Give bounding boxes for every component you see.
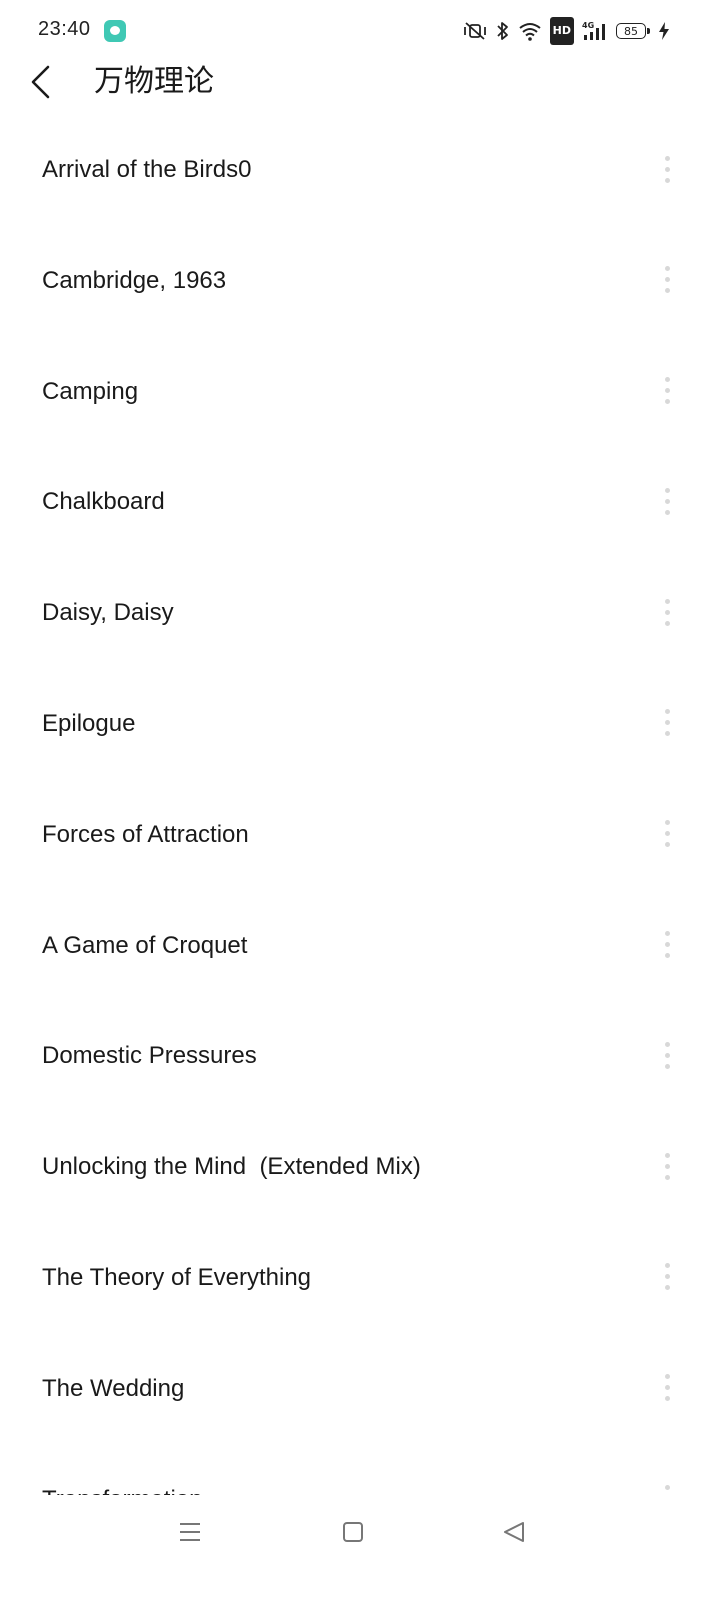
more-options-button[interactable]: [652, 925, 682, 965]
chat-bubble-icon: [104, 20, 126, 42]
hd-badge: HD: [549, 17, 574, 45]
vibrate-mute-icon: [462, 19, 488, 43]
track-title: Transformation: [42, 1483, 203, 1495]
more-options-button[interactable]: [652, 814, 682, 854]
page-title: 万物理论: [94, 64, 214, 99]
cellular-signal-icon: 4G: [582, 19, 608, 43]
more-options-button[interactable]: [652, 1257, 682, 1297]
track-title: Unlocking the Mind (Extended Mix): [42, 1153, 421, 1181]
vertical-dots-icon: [664, 1485, 670, 1491]
track-title: Chalkboard: [42, 488, 165, 516]
vertical-dots-icon: [664, 820, 670, 826]
status-bar: 23:40 HD 4G 85: [0, 0, 720, 60]
track-row[interactable]: Transformation: [0, 1445, 720, 1495]
track-row[interactable]: Daisy, Daisy: [0, 558, 720, 669]
chevron-left-icon: [31, 65, 50, 99]
track-row[interactable]: Cambridge, 1963: [0, 226, 720, 337]
vertical-dots-icon: [664, 1152, 670, 1158]
bluetooth-icon: [496, 19, 510, 43]
vertical-dots-icon: [664, 1374, 670, 1380]
nav-home-button[interactable]: [323, 1512, 383, 1552]
track-title: Cambridge, 1963: [42, 266, 227, 294]
back-button[interactable]: [22, 62, 58, 102]
battery-indicator: 85: [616, 23, 650, 39]
track-row[interactable]: The Wedding: [0, 1334, 720, 1445]
vertical-dots-icon: [664, 266, 670, 272]
track-title: Forces of Attraction: [42, 820, 249, 848]
more-options-button[interactable]: [652, 592, 682, 632]
vertical-dots-icon: [664, 1263, 670, 1269]
more-options-button[interactable]: [652, 1035, 682, 1075]
track-row[interactable]: Unlocking the Mind (Extended Mix): [0, 1112, 720, 1223]
track-row[interactable]: Arrival of the Birds0: [0, 115, 720, 226]
more-options-button[interactable]: [652, 1146, 682, 1186]
vertical-dots-icon: [664, 155, 670, 161]
track-row[interactable]: Domestic Pressures: [0, 1001, 720, 1112]
track-title: Camping: [42, 377, 139, 405]
track-title: The Wedding: [42, 1374, 185, 1402]
track-row[interactable]: The Theory of Everything: [0, 1223, 720, 1334]
track-title: Daisy, Daisy: [42, 599, 174, 627]
nav-menu-button[interactable]: [160, 1512, 220, 1552]
more-options-button[interactable]: [652, 1479, 682, 1495]
more-options-button[interactable]: [652, 703, 682, 743]
track-row[interactable]: Camping: [0, 337, 720, 448]
track-title: The Theory of Everything: [42, 1263, 312, 1291]
network-label: 4G: [582, 21, 594, 30]
track-row[interactable]: Forces of Attraction: [0, 780, 720, 891]
vertical-dots-icon: [664, 487, 670, 493]
triangle-back-icon: [504, 1522, 524, 1542]
more-options-button[interactable]: [652, 149, 682, 189]
square-icon: [343, 1522, 363, 1542]
wifi-icon: [518, 19, 542, 43]
vertical-dots-icon: [664, 1041, 670, 1047]
status-time: 23:40: [38, 18, 91, 40]
track-row[interactable]: Epilogue: [0, 669, 720, 780]
app-header: 万物理论: [0, 60, 720, 104]
more-options-button[interactable]: [652, 481, 682, 521]
system-nav-bar: [0, 1500, 720, 1600]
menu-icon: [180, 1523, 200, 1541]
vertical-dots-icon: [664, 931, 670, 937]
track-title: Epilogue: [42, 709, 136, 737]
track-title: A Game of Croquet: [42, 931, 248, 959]
nav-back-button[interactable]: [484, 1512, 544, 1552]
track-list[interactable]: Arrival of the Birds0 Cambridge, 1963 Ca…: [0, 115, 720, 1495]
more-options-button[interactable]: [652, 1368, 682, 1408]
vertical-dots-icon: [664, 598, 670, 604]
track-row[interactable]: Chalkboard: [0, 447, 720, 558]
more-options-button[interactable]: [652, 260, 682, 300]
track-row[interactable]: A Game of Croquet: [0, 891, 720, 1002]
vertical-dots-icon: [664, 709, 670, 715]
vertical-dots-icon: [664, 377, 670, 383]
track-title: Arrival of the Birds0: [42, 156, 252, 183]
more-options-button[interactable]: [652, 371, 682, 411]
track-title: Domestic Pressures: [42, 1042, 257, 1070]
status-icons: HD 4G 85: [462, 17, 670, 45]
lightning-icon: [658, 19, 670, 43]
